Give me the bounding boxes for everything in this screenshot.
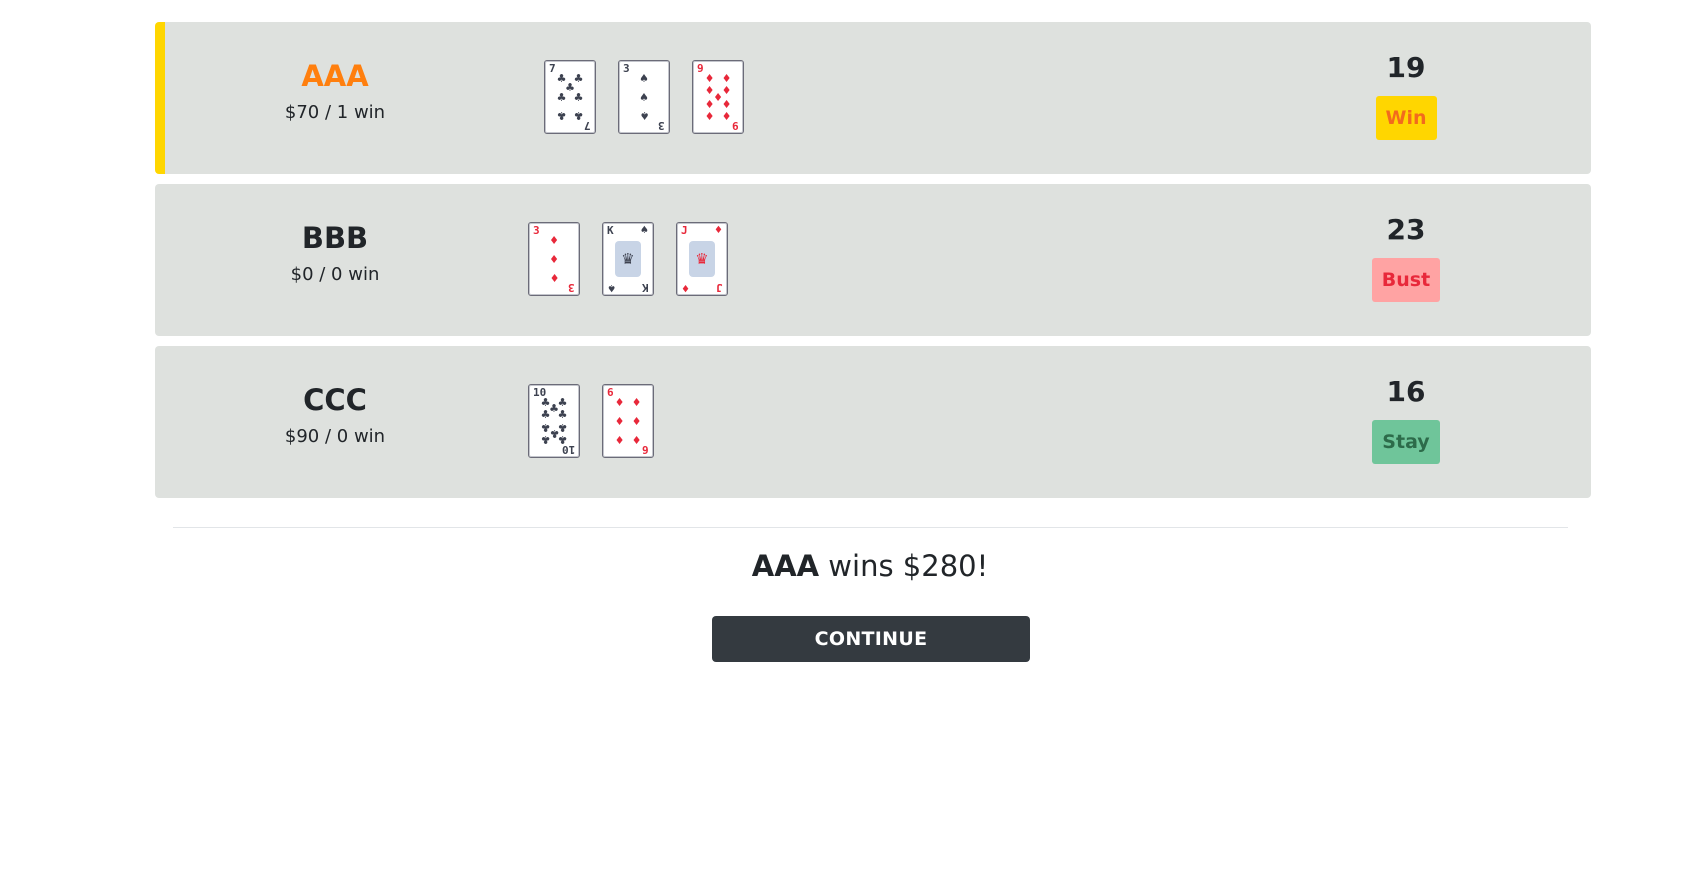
player-name: CCC <box>303 383 367 417</box>
card-rank: 9 <box>732 119 739 132</box>
spades-icon: ♠ <box>639 90 649 104</box>
diamonds-icon: ♦ <box>721 72 732 85</box>
clubs-icon: ♣ <box>557 408 568 422</box>
card-rank: 6 <box>642 443 649 456</box>
playing-card-10-of-clubs: 10 10 ♣ ♣ ♣ ♣ ♣ ♣ ♣ ♣ ♣ ♣ <box>528 384 580 458</box>
playing-card-9-of-diamonds: 9 9 ♦ ♦ ♦ ♦ ♦ ♦ ♦ ♦ ♦ <box>692 60 744 134</box>
player-stats: $90 / 0 win <box>284 426 386 447</box>
hand-score: 19 <box>1386 51 1426 84</box>
diamonds-icon: ♦ <box>631 414 642 428</box>
card-rank: J <box>716 281 723 294</box>
spades-icon: ♠ <box>639 109 649 122</box>
card-rank: 3 <box>658 119 665 132</box>
diamonds-icon: ♦ <box>631 396 642 409</box>
player-info: AAA $70 / 1 win <box>155 58 515 126</box>
crown-icon: ♛ <box>621 250 635 268</box>
card-rank: J <box>681 224 688 237</box>
player-row-ccc: CCC $90 / 0 win 10 10 ♣ ♣ ♣ ♣ ♣ ♣ ♣ ♣ ♣ ♣ 6 6 ♦ ♦ ♦ ♦ ♦ ♦ 1… <box>155 346 1591 498</box>
playing-card-3-of-diamonds: 3 3 ♦ ♦ ♦ <box>528 222 580 296</box>
playing-card-3-of-spades: 3 3 ♠ ♠ ♠ <box>618 60 670 134</box>
card-pips: ♦ ♦ ♦ <box>540 234 568 284</box>
playing-card-j-of-diamonds: J J ♦ ♦ ♛ <box>676 222 728 296</box>
card-rank: 7 <box>549 62 556 75</box>
diamonds-icon: ♦ <box>704 96 715 110</box>
clubs-icon: ♣ <box>540 433 551 446</box>
diamonds-icon: ♦ <box>614 396 625 409</box>
winner-name: AAA <box>751 549 820 583</box>
diamonds-icon: ♦ <box>721 109 732 122</box>
status-badge: Stay <box>1372 420 1440 464</box>
card-rank: 9 <box>697 62 704 75</box>
diamonds-icon: ♦ <box>614 433 625 446</box>
crown-icon: ♛ <box>695 250 709 268</box>
card-rank: 7 <box>584 119 591 132</box>
player-name: AAA <box>301 59 369 93</box>
playing-card-6-of-diamonds: 6 6 ♦ ♦ ♦ ♦ ♦ ♦ <box>602 384 654 458</box>
playing-card-k-of-spades: K K ♠ ♠ ♛ <box>602 222 654 296</box>
clubs-icon: ♣ <box>556 109 567 122</box>
diamonds-icon: ♦ <box>614 414 625 428</box>
status-badge: Win <box>1375 96 1437 140</box>
players-list: AAA $70 / 1 win 7 7 ♣ ♣ ♣ ♣ ♣ ♣ ♣ 3 3 ♠ ♠ ♠ 9 9 ♦ ♦ ♦ ♦ ♦ ♦ ♦ ♦… <box>155 22 1591 508</box>
player-row-bbb: BBB $0 / 0 win 3 3 ♦ ♦ ♦ K K ♠ ♠ ♛ J J ♦ ♦ ♛ 23 Bust <box>155 184 1591 336</box>
winnings-text: wins $280! <box>819 549 989 583</box>
card-pips: ♣ ♣ ♣ ♣ ♣ ♣ ♣ ♣ ♣ ♣ <box>540 397 568 446</box>
card-pips: ♦ ♦ ♦ ♦ ♦ ♦ <box>614 396 642 446</box>
round-result-message: AAA wins $280! <box>0 548 1703 584</box>
diamonds-icon: ♦ <box>549 252 559 266</box>
hand-score: 16 <box>1386 375 1426 408</box>
clubs-icon: ♣ <box>573 109 584 122</box>
diamonds-icon: ♦ <box>549 271 559 284</box>
player-stats: $70 / 1 win <box>284 102 386 123</box>
status-badge: Bust <box>1371 258 1441 302</box>
player-name: BBB <box>301 221 369 255</box>
hand-result: 19 Win <box>1351 52 1461 140</box>
playing-card-7-of-clubs: 7 7 ♣ ♣ ♣ ♣ ♣ ♣ ♣ <box>544 60 596 134</box>
spades-icon: ♠ <box>640 225 649 236</box>
card-rank: K <box>642 281 649 294</box>
player-info: BBB $0 / 0 win <box>155 220 515 288</box>
card-rank: 6 <box>607 386 614 399</box>
clubs-icon: ♣ <box>556 90 567 104</box>
diamonds-icon: ♦ <box>714 225 723 236</box>
card-pips: ♦ ♦ ♦ ♦ ♦ ♦ ♦ ♦ ♦ <box>704 72 732 122</box>
hand-result: 23 Bust <box>1351 214 1461 302</box>
card-rank: 3 <box>533 224 540 237</box>
clubs-icon: ♣ <box>557 433 568 446</box>
diamonds-icon: ♦ <box>681 282 690 293</box>
face-card-frame: ♛ <box>689 241 715 277</box>
diamonds-icon: ♦ <box>631 433 642 446</box>
hand-score: 23 <box>1386 213 1426 246</box>
card-rank: 3 <box>623 62 630 75</box>
divider <box>173 527 1568 528</box>
player-info: CCC $90 / 0 win <box>155 382 515 450</box>
spades-icon: ♠ <box>607 282 616 293</box>
hand-result: 16 Stay <box>1351 376 1461 464</box>
card-pips: ♣ ♣ ♣ ♣ ♣ ♣ ♣ <box>556 73 584 122</box>
clubs-icon: ♣ <box>540 408 551 422</box>
spades-icon: ♠ <box>639 72 649 85</box>
card-rank: K <box>607 224 614 237</box>
diamonds-icon: ♦ <box>704 109 715 122</box>
player-row-aaa: AAA $70 / 1 win 7 7 ♣ ♣ ♣ ♣ ♣ ♣ ♣ 3 3 ♠ ♠ ♠ 9 9 ♦ ♦ ♦ ♦ ♦ ♦ ♦ ♦… <box>155 22 1591 174</box>
continue-button[interactable]: CONTINUE <box>712 616 1030 662</box>
clubs-icon: ♣ <box>573 90 584 104</box>
card-rank: 3 <box>568 281 575 294</box>
diamonds-icon: ♦ <box>704 72 715 85</box>
card-pips: ♠ ♠ ♠ <box>630 72 658 122</box>
diamonds-icon: ♦ <box>721 96 732 110</box>
face-card-frame: ♛ <box>615 241 641 277</box>
diamonds-icon: ♦ <box>549 234 559 247</box>
player-stats: $0 / 0 win <box>290 264 380 285</box>
